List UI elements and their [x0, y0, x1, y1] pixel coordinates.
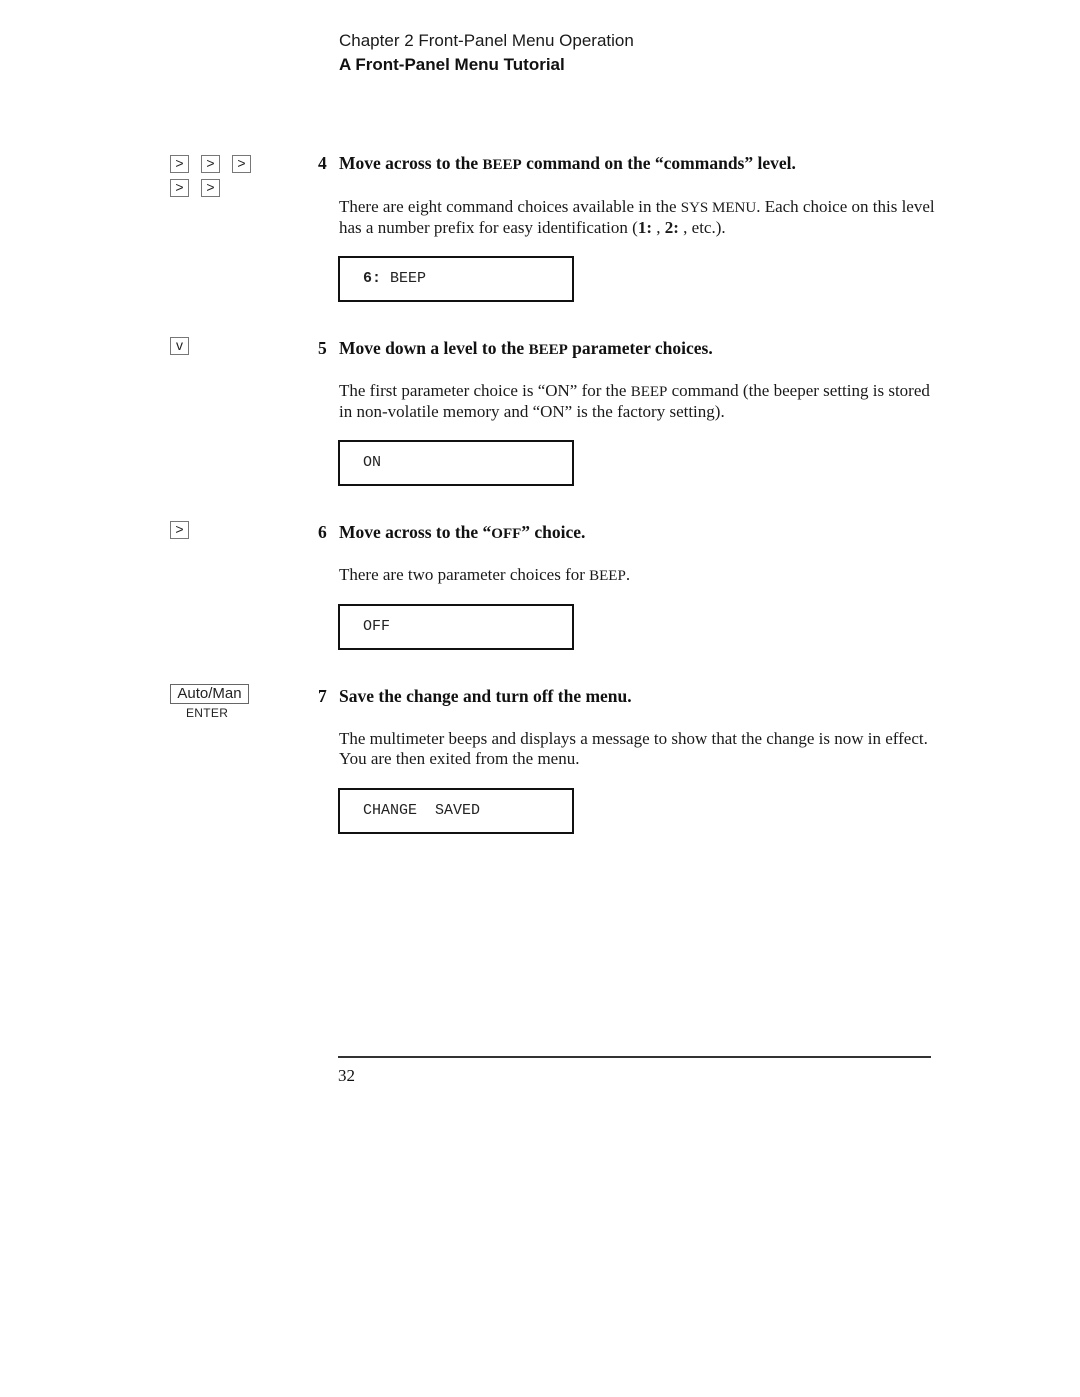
- command-name: BEEP: [528, 342, 568, 358]
- description-text: The first parameter choice is “ON” for t…: [339, 381, 631, 400]
- prefix-example: 2:: [664, 218, 679, 237]
- command-name: BEEP: [630, 384, 668, 400]
- step-title-text: parameter choices.: [567, 338, 713, 358]
- step-title: Move across to the “OFF” choice.: [339, 522, 585, 543]
- right-arrow-key-icon: >: [170, 521, 189, 539]
- down-arrow-key-icon: v: [170, 337, 189, 355]
- step-title-text: command on the “commands” level.: [521, 153, 796, 173]
- front-panel-display: ON: [338, 440, 574, 486]
- description-text: There are eight command choices availabl…: [339, 197, 681, 216]
- chapter-heading: Chapter 2 Front-Panel Menu Operation: [339, 31, 634, 50]
- enter-key-caption: ENTER: [186, 706, 229, 720]
- step-description: The multimeter beeps and displays a mess…: [339, 729, 928, 768]
- step-title-text: ” choice.: [521, 522, 586, 542]
- menu-name: SYS MENU: [680, 200, 757, 216]
- description-text: There are two parameter choices for: [339, 565, 590, 584]
- step-number: 5: [318, 338, 327, 358]
- step-number: 7: [318, 686, 327, 706]
- description-text: .: [625, 565, 631, 584]
- right-arrow-key-icon: >: [170, 179, 189, 197]
- display-text: 6: BEEP: [363, 270, 426, 287]
- step-description: The first parameter choice is “ON” for t…: [339, 381, 939, 422]
- auto-man-key-icon: Auto/Man: [170, 684, 249, 704]
- page-number: 32: [338, 1066, 355, 1085]
- front-panel-display: OFF: [338, 604, 574, 650]
- step-title: Move across to the BEEP command on the “…: [339, 153, 796, 174]
- command-name: BEEP: [482, 157, 522, 173]
- right-arrow-key-icon: >: [201, 155, 220, 173]
- prefix-example: 1:: [637, 218, 652, 237]
- step-description: There are two parameter choices for BEEP…: [339, 565, 939, 586]
- description-text: , etc.).: [678, 218, 726, 237]
- display-value: CHANGE SAVED: [363, 802, 481, 819]
- step-title-text: Move across to the: [339, 153, 483, 173]
- section-heading: A Front-Panel Menu Tutorial: [339, 55, 565, 74]
- step-title-text: Move across to the “: [339, 522, 492, 542]
- step-title: Move down a level to the BEEP parameter …: [339, 338, 713, 359]
- step-number: 4: [318, 153, 327, 173]
- front-panel-display: CHANGE SAVED: [338, 788, 574, 834]
- step-description: There are eight command choices availabl…: [339, 197, 939, 238]
- display-value: BEEP: [381, 270, 427, 287]
- display-value: OFF: [363, 618, 391, 635]
- step-number: 6: [318, 522, 327, 542]
- command-name: BEEP: [589, 568, 626, 584]
- display-value: ON: [363, 454, 382, 471]
- right-arrow-key-icon: >: [201, 179, 220, 197]
- step-title: Save the change and turn off the menu.: [339, 686, 632, 706]
- front-panel-display: 6: BEEP: [338, 256, 574, 302]
- right-arrow-key-icon: >: [232, 155, 251, 173]
- right-arrow-key-icon: >: [170, 155, 189, 173]
- choice-name: OFF: [491, 526, 522, 542]
- step-title-text: Move down a level to the: [339, 338, 529, 358]
- footer-rule: [338, 1056, 931, 1058]
- display-prefix: 6:: [363, 270, 382, 287]
- description-text: ,: [651, 218, 665, 237]
